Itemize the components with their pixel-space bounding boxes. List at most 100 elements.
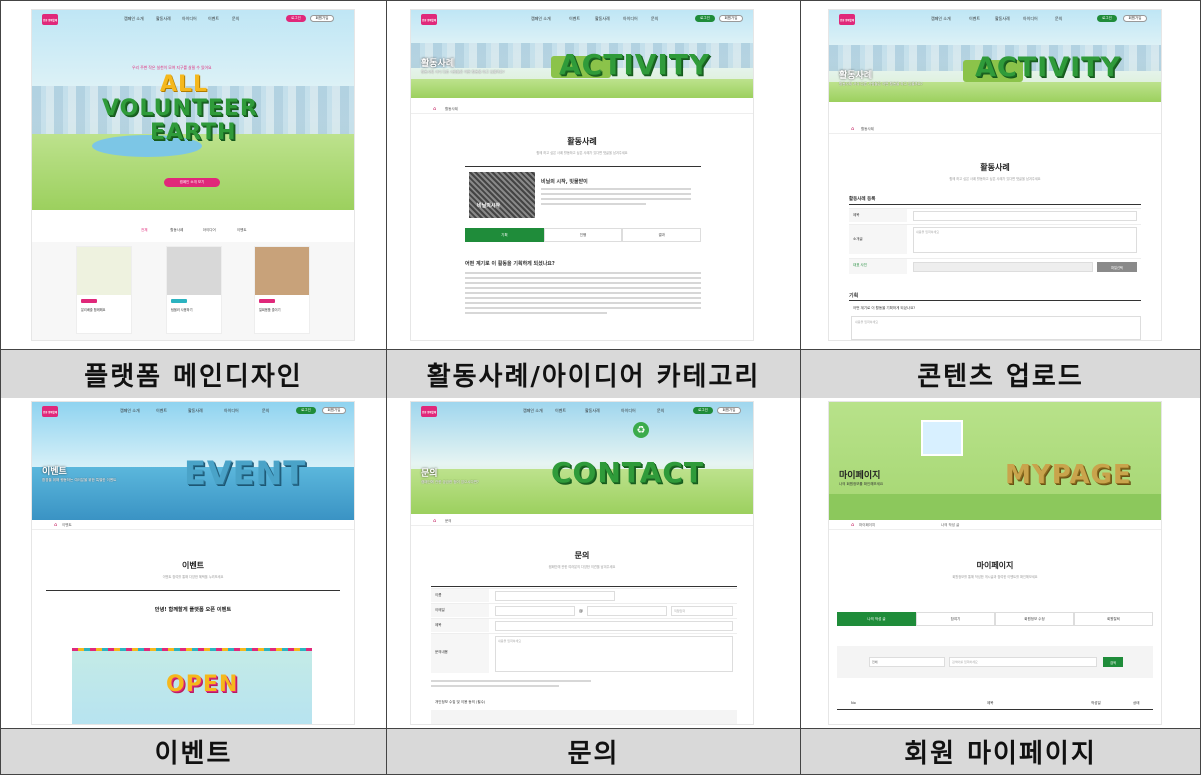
tab-idea[interactable]: 아이디어 [193,226,226,234]
nav-campaign[interactable]: 캠페인 소개 [124,16,144,22]
tab-result[interactable]: 결과 [622,228,702,242]
content-card[interactable]: 텀블러 사용하기 [166,246,222,334]
nav-event[interactable]: 이벤트 [156,408,167,414]
nav-event[interactable]: 이벤트 [569,16,580,22]
subject-input[interactable] [495,621,733,631]
message-textarea[interactable]: 내용을 입력하세요 [495,636,733,672]
panel-mypage: MYPAGE 마이페이지 나의 회원정보를 확인해보세요 ⌂ 마이페이지 나의 … [801,398,1201,728]
label-subject: 제목 [431,619,489,632]
nav-event[interactable]: 이벤트 [969,16,980,22]
logo[interactable]: 안녕 함께할께 [42,406,58,417]
breadcrumb-select[interactable]: 활동사례 [861,127,874,132]
nav-contact[interactable]: 문의 [1055,16,1062,22]
join-button[interactable]: 회원가입 [1123,15,1147,22]
logo[interactable]: 안녕 함께할께 [421,14,437,25]
nav-contact[interactable]: 문의 [232,16,239,22]
tab-plan[interactable]: 기획 [465,228,544,242]
nav-event[interactable]: 활동사례 [156,16,171,22]
join-button[interactable]: 회원가입 [322,407,346,414]
login-button[interactable]: 로그인 [296,407,316,414]
breadcrumb-select[interactable]: 이벤트 [62,523,72,528]
nav-campaign[interactable]: 캠페인 소개 [523,408,543,414]
nav-activity[interactable]: 아이디어 [182,16,197,22]
hero-grass [411,78,753,98]
nav-idea[interactable]: 아이디어 [623,16,638,22]
join-button[interactable]: 회원가입 [719,15,743,22]
nav-idea[interactable]: 아이디어 [224,408,239,414]
email-domain-input[interactable] [587,606,667,616]
main-cta-button[interactable]: 캠페인 소개 보기 [164,178,220,187]
tab-edit-profile[interactable]: 회원정보 수정 [995,612,1074,626]
nav-activity[interactable]: 활동사례 [995,16,1010,22]
nav-campaign[interactable]: 캠페인 소개 [931,16,951,22]
search-button[interactable]: 검색 [1103,657,1123,667]
section-subtitle: 이벤트 참여를 통해 다양한 혜택을 누려보세요 [162,575,224,579]
tab-event[interactable]: 이벤트 [225,226,258,234]
label-intro: 소개글 [849,225,907,254]
post-title[interactable]: 비닐의 시작, 빗물받이 [541,178,588,185]
nav-contact[interactable]: 문의 [657,408,664,414]
intro-textarea[interactable]: 내용을 입력하세요 [913,227,1137,253]
join-button[interactable]: 회원가입 [310,15,334,22]
content-card[interactable]: 분리배출 함께해요 [76,246,132,334]
hero-word: MYPAGE [1005,460,1132,490]
panel-main-design: 우리 주변 작은 실천이 모여 지구를 살릴 수 있어요 ALL VOLUNTE… [0,0,386,349]
nav-activity[interactable]: 활동사례 [188,408,203,414]
file-select-button[interactable]: 파일선택 [1097,262,1137,272]
main-hero: 우리 주변 작은 실천이 모여 지구를 살릴 수 있어요 ALL VOLUNTE… [32,10,354,210]
section-title: 활동사례 [567,137,597,146]
title-input[interactable] [913,211,1137,221]
nav-campaign[interactable]: 캠페인 소개 [120,408,140,414]
home-icon[interactable]: ⌂ [851,126,854,132]
breadcrumb-select[interactable]: 문의 [445,519,451,524]
contact-notes [431,680,591,690]
nav-contact[interactable]: 문의 [651,16,658,22]
home-icon[interactable]: ⌂ [54,522,57,528]
logo[interactable]: 안녕 함께할께 [839,14,855,25]
list-header: No 제목 작성일 상태 [837,698,1153,710]
name-input[interactable] [495,591,615,601]
hero-subtitle: 활동사례 서식 다른 사람들은 어떤 활동을 하고 있을까요? [421,70,505,74]
nav-idea[interactable]: 아이디어 [1023,16,1038,22]
join-button[interactable]: 회원가입 [717,407,741,414]
login-button[interactable]: 로그인 [1097,15,1117,22]
activity-page-preview: ACTIVITY 활동사례 활동사례 서식 다른 사람들은 어떤 활동을 하고 … [411,10,753,340]
nav-campaign[interactable]: 캠페인 소개 [531,16,551,22]
content-card[interactable]: 일회용품 줄이기 [254,246,310,334]
tab-progress[interactable]: 진행 [543,228,623,242]
form-divider [431,586,737,587]
tab-participation[interactable]: 참여기 [916,612,995,626]
home-icon[interactable]: ⌂ [433,106,436,112]
nav-contact[interactable]: 문의 [262,408,269,414]
nav-idea[interactable]: 이벤트 [208,16,219,22]
nav-idea[interactable]: 아이디어 [621,408,636,414]
event-post-title[interactable]: 안녕! 함께할게 플랫폼 오픈 이벤트 [32,606,354,613]
section-subtitle: 캠페인에 관한 여러분의 다양한 의견을 남겨주세요 [548,565,616,569]
hero-word: CONTACT [551,456,705,489]
home-icon[interactable]: ⌂ [851,522,854,528]
email-id-input[interactable] [495,606,575,616]
logo[interactable]: 안녕 함께할께 [421,406,437,417]
section-subtitle: 회원정보를 통해 작성한 게시글과 참여한 이벤트를 확인해보세요 [952,575,1038,579]
login-button[interactable]: 로그인 [695,15,715,22]
tab-all[interactable]: 전체 [128,226,161,234]
login-button[interactable]: 로그인 [693,407,713,414]
nav-event[interactable]: 이벤트 [555,408,566,414]
breadcrumb-select-2[interactable]: 나의 작성 글 [941,523,959,528]
logo[interactable]: 안녕 함께할께 [42,14,58,25]
nav-activity[interactable]: 활동사례 [595,16,610,22]
design-overview-grid: 우리 주변 작은 실천이 모여 지구를 살릴 수 있어요 ALL VOLUNTE… [0,0,1201,775]
search-filter-select[interactable]: 전체 [869,657,945,667]
plan-textarea[interactable]: 내용을 입력하세요 [851,316,1141,340]
breadcrumb-select[interactable]: 활동사례 [445,107,458,112]
breadcrumb-select[interactable]: 마이페이지 [859,523,875,528]
label-title: 제목 [849,209,907,222]
tab-withdraw[interactable]: 회원탈퇴 [1074,612,1153,626]
login-button[interactable]: 로그인 [286,15,306,22]
search-input[interactable]: 검색어를 입력하세요 [949,657,1097,667]
nav-activity[interactable]: 활동사례 [585,408,600,414]
home-icon[interactable]: ⌂ [433,518,436,524]
email-domain-select[interactable]: 직접입력 [671,606,733,616]
tab-my-posts[interactable]: 나의 작성 글 [837,612,916,626]
tab-activity[interactable]: 활동사례 [160,226,193,234]
